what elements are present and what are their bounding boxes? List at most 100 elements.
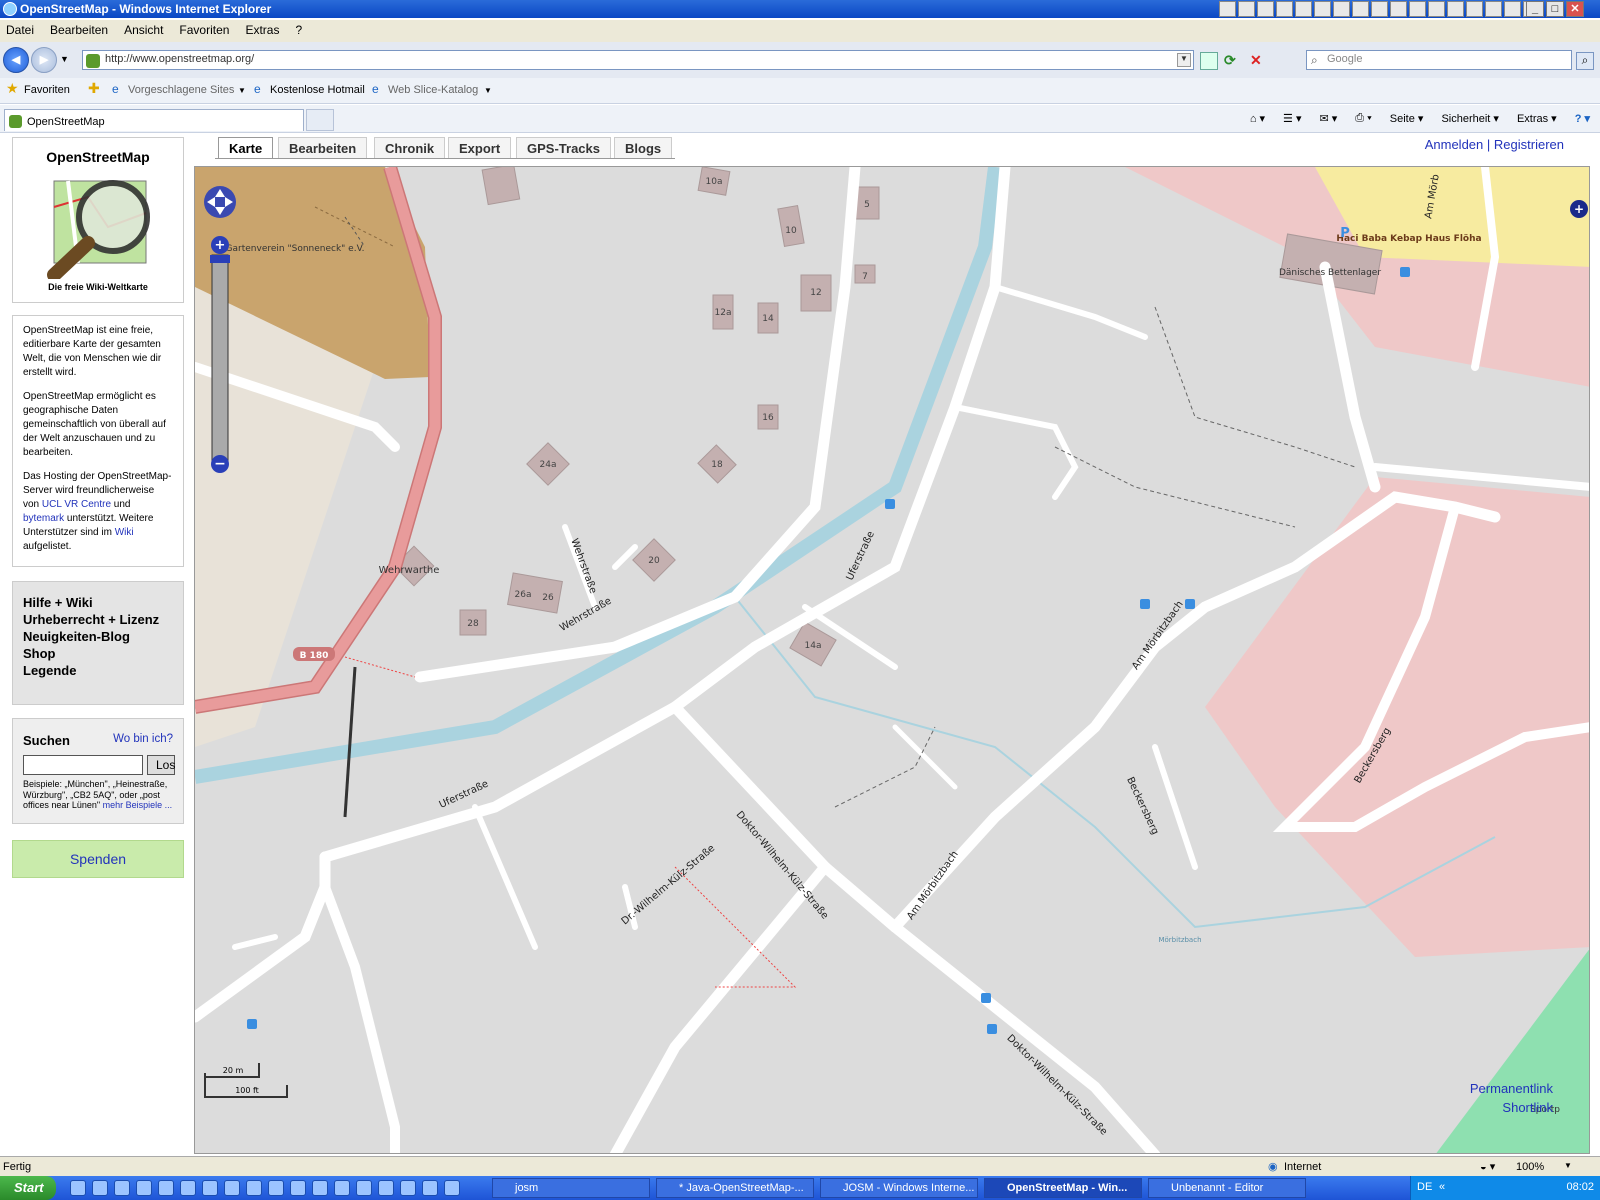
quicklaunch-icon[interactable] [246, 1180, 262, 1196]
print-icon[interactable]: ⎙ ▾ [1355, 112, 1371, 125]
quicklaunch-icon[interactable] [92, 1180, 108, 1196]
menu-ansicht[interactable]: Ansicht [124, 20, 171, 42]
app-icon[interactable] [1390, 1, 1407, 17]
quicklaunch-icon[interactable] [158, 1180, 174, 1196]
quicklaunch-icon[interactable] [444, 1180, 460, 1196]
cmd-tools[interactable]: Extras ▾ [1517, 112, 1557, 125]
app-icon[interactable] [1295, 1, 1312, 17]
permalink-link[interactable]: Permanentlink [1470, 1079, 1553, 1098]
task-osm-ie[interactable]: OpenStreetMap - Win... [984, 1178, 1142, 1198]
quicklaunch-icon[interactable] [114, 1180, 130, 1196]
search-field[interactable]: ⌕ Google [1306, 50, 1572, 70]
link-legend[interactable]: Legende [23, 662, 173, 679]
clock[interactable]: 08:02 [1566, 1181, 1594, 1193]
browser-tab[interactable]: OpenStreetMap [4, 109, 304, 131]
quicklaunch-icon[interactable] [422, 1180, 438, 1196]
app-icon[interactable] [1276, 1, 1293, 17]
menu-bearbeiten[interactable]: Bearbeiten [50, 20, 116, 42]
search-go-icon[interactable]: ⌕ [1576, 52, 1594, 70]
quicklaunch-icon[interactable] [400, 1180, 416, 1196]
home-icon[interactable]: ⌂ ▾ [1250, 112, 1265, 125]
where-am-i-link[interactable]: Wo bin ich? [113, 733, 173, 745]
app-icon[interactable] [1219, 1, 1236, 17]
forward-button[interactable]: ▶ [31, 47, 57, 73]
minimize-button[interactable]: _ [1526, 1, 1544, 17]
fav-web-slice[interactable]: Web Slice-Katalog [388, 84, 478, 96]
app-icon[interactable] [1409, 1, 1426, 17]
task-josm-ie[interactable]: JOSM - Windows Interne... [820, 1178, 978, 1198]
tab-export[interactable]: Export [448, 137, 512, 159]
task-editor[interactable]: Unbenannt - Editor [1148, 1178, 1306, 1198]
favorites-button[interactable]: Favoriten [24, 84, 70, 96]
donate-button[interactable]: Spenden [12, 840, 184, 878]
site-title[interactable]: OpenStreetMap [13, 149, 183, 165]
task-josm-folder[interactable]: josm [492, 1178, 650, 1198]
refresh-icon[interactable]: ⟳ [1224, 52, 1242, 70]
app-icon[interactable] [1352, 1, 1369, 17]
osm-logo-icon[interactable] [38, 167, 158, 282]
app-icon[interactable] [1447, 1, 1464, 17]
menu-help[interactable]: ? [295, 20, 310, 42]
tab-gps-tracks[interactable]: GPS-Tracks [516, 137, 611, 159]
back-button[interactable]: ◀ [3, 47, 29, 73]
app-icon[interactable] [1238, 1, 1255, 17]
history-dropdown-icon[interactable]: ▼ [60, 54, 69, 64]
help-icon[interactable]: ? ▾ [1575, 112, 1590, 125]
link-copyright[interactable]: Urheberrecht + Lizenz [23, 611, 173, 628]
quicklaunch-icon[interactable] [224, 1180, 240, 1196]
search-submit-button[interactable]: Los [147, 755, 175, 775]
quicklaunch-icon[interactable] [136, 1180, 152, 1196]
quicklaunch-icon[interactable] [378, 1180, 394, 1196]
link-help-wiki[interactable]: Hilfe + Wiki [23, 594, 173, 611]
chevron-down-icon[interactable]: ▼ [484, 86, 492, 95]
task-java-osm[interactable]: * Java-OpenStreetMap-... [656, 1178, 814, 1198]
maximize-button[interactable]: □ [1546, 1, 1564, 17]
start-button[interactable]: Start [0, 1176, 56, 1200]
language-indicator[interactable]: DE [1417, 1181, 1432, 1193]
app-icon[interactable] [1504, 1, 1521, 17]
fav-hotmail[interactable]: Kostenlose Hotmail [270, 84, 365, 96]
tab-chronik[interactable]: Chronik [374, 137, 446, 159]
ucl-link[interactable]: UCL VR Centre [42, 499, 111, 510]
tray-expand-icon[interactable]: « [1439, 1181, 1445, 1193]
fav-suggested-sites[interactable]: Vorgeschlagene Sites [128, 84, 234, 96]
place-search-input[interactable] [23, 755, 143, 775]
link-shop[interactable]: Shop [23, 645, 173, 662]
menu-favoriten[interactable]: Favoriten [179, 20, 237, 42]
menu-extras[interactable]: Extras [245, 20, 287, 42]
login-link[interactable]: Anmelden [1425, 137, 1484, 152]
quicklaunch-icon[interactable] [268, 1180, 284, 1196]
map-view[interactable]: Gartenverein "Sonneneck" e.V. Wehrwarthe… [194, 166, 1590, 1154]
quicklaunch-icon[interactable] [290, 1180, 306, 1196]
quicklaunch-icon[interactable] [70, 1180, 86, 1196]
quicklaunch-icon[interactable] [312, 1180, 328, 1196]
app-icon[interactable] [1485, 1, 1502, 17]
zoom-dropdown-icon[interactable]: ▼ [1564, 1161, 1572, 1170]
app-icon[interactable] [1371, 1, 1388, 17]
chevron-down-icon[interactable]: ▼ [238, 86, 246, 95]
feeds-icon[interactable]: ☰ ▾ [1283, 112, 1301, 125]
zoom-level[interactable]: 100% [1516, 1161, 1544, 1173]
quicklaunch-icon[interactable] [356, 1180, 372, 1196]
mail-icon[interactable]: ✉ ▾ [1320, 112, 1338, 125]
cmd-page[interactable]: Seite ▾ [1390, 112, 1424, 125]
link-blog[interactable]: Neuigkeiten-Blog [23, 628, 173, 645]
add-favorite-icon[interactable]: ✚ [88, 80, 100, 97]
tab-karte[interactable]: Karte [218, 137, 274, 159]
stop-icon[interactable]: ✕ [1250, 52, 1268, 70]
url-field[interactable]: http://www.openstreetmap.org/ ▼ [82, 50, 1194, 70]
quicklaunch-icon[interactable] [180, 1180, 196, 1196]
url-dropdown-icon[interactable]: ▼ [1177, 53, 1191, 67]
compatibility-icon[interactable] [1200, 52, 1218, 70]
more-examples-link[interactable]: mehr Beispiele ... [103, 800, 173, 810]
app-icon[interactable] [1466, 1, 1483, 17]
new-tab-button[interactable] [306, 109, 334, 131]
tab-bearbeiten[interactable]: Bearbeiten [278, 137, 368, 159]
app-icon[interactable] [1428, 1, 1445, 17]
register-link[interactable]: Registrieren [1494, 137, 1564, 152]
app-icon[interactable] [1314, 1, 1331, 17]
quicklaunch-icon[interactable] [334, 1180, 350, 1196]
tab-blogs[interactable]: Blogs [614, 137, 673, 159]
app-icon[interactable] [1333, 1, 1350, 17]
shortlink-link[interactable]: Shortlink [1470, 1098, 1553, 1117]
